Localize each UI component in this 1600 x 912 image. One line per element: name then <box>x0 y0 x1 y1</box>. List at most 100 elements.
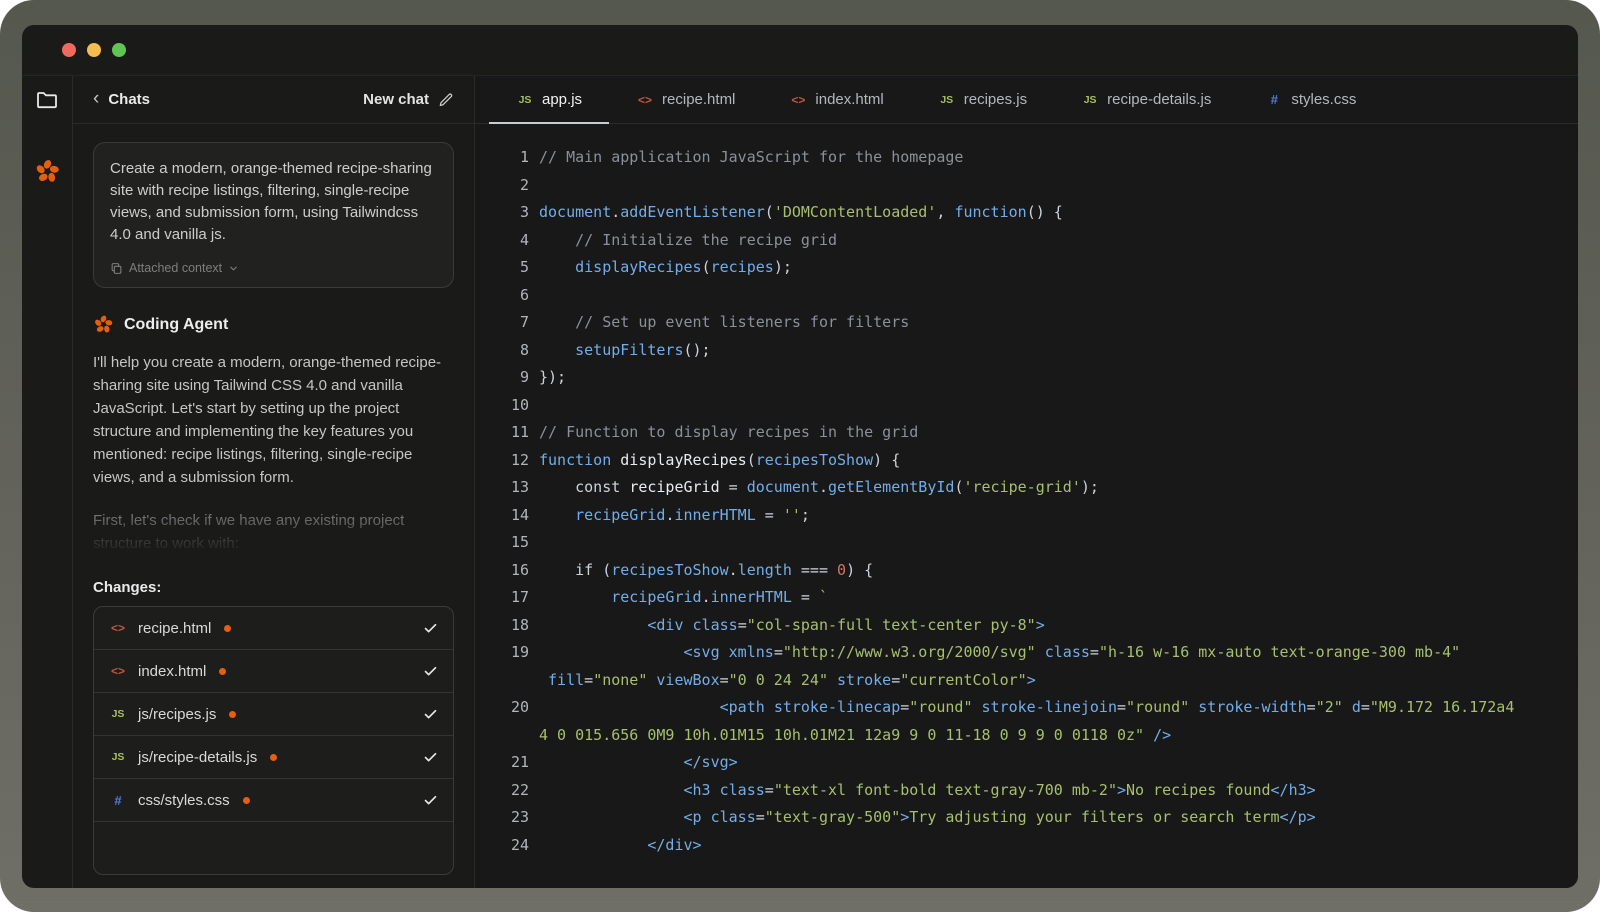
line-number: 2 <box>475 172 529 200</box>
line-number: 1 <box>475 144 529 172</box>
line-number: 7 <box>475 309 529 337</box>
code-line: 10 <box>475 392 1578 420</box>
screenshot-frame: ‹ Chats New chat <box>0 0 1600 912</box>
modified-dot-icon <box>243 797 250 804</box>
line-number: 18 <box>475 612 529 640</box>
attached-context-toggle[interactable]: Attached context <box>110 261 239 275</box>
tab-styles.css[interactable]: #styles.css <box>1238 76 1383 123</box>
line-number: 11 <box>475 419 529 447</box>
changes-list: <>recipe.html<>index.htmlJSjs/recipes.js… <box>93 606 454 875</box>
code-line: 1// Main application JavaScript for the … <box>475 144 1578 172</box>
code-line: 7 // Set up event listeners for filters <box>475 309 1578 337</box>
check-icon <box>423 707 438 722</box>
tab-recipe-details.js[interactable]: JSrecipe-details.js <box>1054 76 1238 123</box>
line-number: 13 <box>475 474 529 502</box>
line-number: 6 <box>475 282 529 310</box>
code-line: 16 if (recipesToShow.length === 0) { <box>475 557 1578 585</box>
app-window: ‹ Chats New chat <box>22 25 1578 888</box>
close-button[interactable] <box>62 43 76 57</box>
line-number: 8 <box>475 337 529 365</box>
code-line: 5 displayRecipes(recipes); <box>475 254 1578 282</box>
tab-app.js[interactable]: JS app.js <box>489 76 609 123</box>
line-number <box>475 667 529 695</box>
modified-dot-icon <box>270 754 277 761</box>
back-chevron-icon: ‹ <box>93 89 99 108</box>
tab-index.html[interactable]: <> index.html <box>762 76 910 123</box>
line-number: 17 <box>475 584 529 612</box>
agent-message: I'll help you create a modern, orange-th… <box>93 351 454 489</box>
editor-pane: JSapp.js<>recipe.html<>index.htmlJSrecip… <box>475 76 1578 888</box>
agent-flower-icon[interactable] <box>34 158 61 185</box>
tab-recipes.js[interactable]: JS recipes.js <box>911 76 1054 123</box>
zoom-button[interactable] <box>112 43 126 57</box>
user-message-card: Create a modern, orange-themed recipe-sh… <box>93 142 454 288</box>
line-number: 4 <box>475 227 529 255</box>
agent-header: Coding Agent <box>93 314 454 335</box>
line-number <box>475 722 529 750</box>
html-file-icon: <> <box>109 621 127 635</box>
tab-label: app.js <box>542 91 582 108</box>
js-file-icon: JS <box>109 708 127 720</box>
line-number: 9 <box>475 364 529 392</box>
tab-label: recipes.js <box>964 91 1027 108</box>
line-number: 12 <box>475 447 529 475</box>
line-number: 21 <box>475 749 529 777</box>
check-icon <box>423 621 438 636</box>
tab-recipe.html[interactable]: <>recipe.html <box>609 76 762 123</box>
pencil-icon <box>438 92 454 108</box>
check-icon <box>423 793 438 808</box>
activity-rail <box>22 76 73 888</box>
line-number: 14 <box>475 502 529 530</box>
changes-row[interactable]: #css/styles.css <box>94 778 453 821</box>
code-line: 15 <box>475 529 1578 557</box>
code-line: 2 <box>475 172 1578 200</box>
code-line: 21 </svg> <box>475 749 1578 777</box>
code-line: 14 recipeGrid.innerHTML = ''; <box>475 502 1578 530</box>
new-chat-label: New chat <box>363 91 429 108</box>
code-line: 4 0 015.656 0M9 10h.01M15 10h.01M21 12a9… <box>475 722 1578 750</box>
minimize-button[interactable] <box>87 43 101 57</box>
html-file-icon: <> <box>789 93 807 107</box>
line-number: 15 <box>475 529 529 557</box>
changed-file-name: js/recipe-details.js <box>138 749 257 766</box>
code-line: 12function displayRecipes(recipesToShow)… <box>475 447 1578 475</box>
code-line: 6 <box>475 282 1578 310</box>
folder-icon[interactable] <box>35 88 59 112</box>
attached-context-label: Attached context <box>129 261 222 275</box>
line-number: 22 <box>475 777 529 805</box>
js-file-icon: JS <box>938 94 956 106</box>
user-message-text: Create a modern, orange-themed recipe-sh… <box>110 158 437 246</box>
agent-message-faded: First, let's check if we have any existi… <box>93 509 454 555</box>
chat-header: ‹ Chats New chat <box>73 76 474 124</box>
editor-tabbar: JSapp.js<>recipe.html<>index.htmlJSrecip… <box>475 76 1578 124</box>
attached-pages-icon <box>110 262 123 275</box>
code-line: 20 <path stroke-linecap="round" stroke-l… <box>475 694 1578 722</box>
chat-scroll[interactable]: Create a modern, orange-themed recipe-sh… <box>73 124 474 888</box>
code-area[interactable]: 1// Main application JavaScript for the … <box>475 124 1578 888</box>
chat-panel-title: Chats <box>108 91 150 108</box>
changes-label: Changes: <box>93 579 454 596</box>
line-number: 23 <box>475 804 529 832</box>
code-line: 4 // Initialize the recipe grid <box>475 227 1578 255</box>
line-number: 19 <box>475 639 529 667</box>
changes-row-partial <box>94 821 453 874</box>
new-chat-button[interactable]: New chat <box>363 91 454 108</box>
changed-file-name: css/styles.css <box>138 792 230 809</box>
line-number: 24 <box>475 832 529 860</box>
changes-row[interactable]: <>index.html <box>94 649 453 692</box>
js-file-icon: JS <box>516 94 534 106</box>
changes-row[interactable]: <>recipe.html <box>94 607 453 649</box>
changes-row[interactable]: JS js/recipe-details.js <box>94 735 453 778</box>
tab-label: index.html <box>815 91 883 108</box>
back-to-chats[interactable]: ‹ Chats <box>93 91 150 108</box>
chevron-down-icon <box>228 263 239 274</box>
code-line: 8 setupFilters(); <box>475 337 1578 365</box>
js-file-icon: JS <box>109 751 127 763</box>
code-line: 23 <p class="text-gray-500">Try adjustin… <box>475 804 1578 832</box>
code-line: 3document.addEventListener('DOMContentLo… <box>475 199 1578 227</box>
changes-row[interactable]: JSjs/recipes.js <box>94 692 453 735</box>
code-line: 22 <h3 class="text-xl font-bold text-gra… <box>475 777 1578 805</box>
agent-name: Coding Agent <box>124 316 228 334</box>
line-number: 5 <box>475 254 529 282</box>
check-icon <box>423 750 438 765</box>
